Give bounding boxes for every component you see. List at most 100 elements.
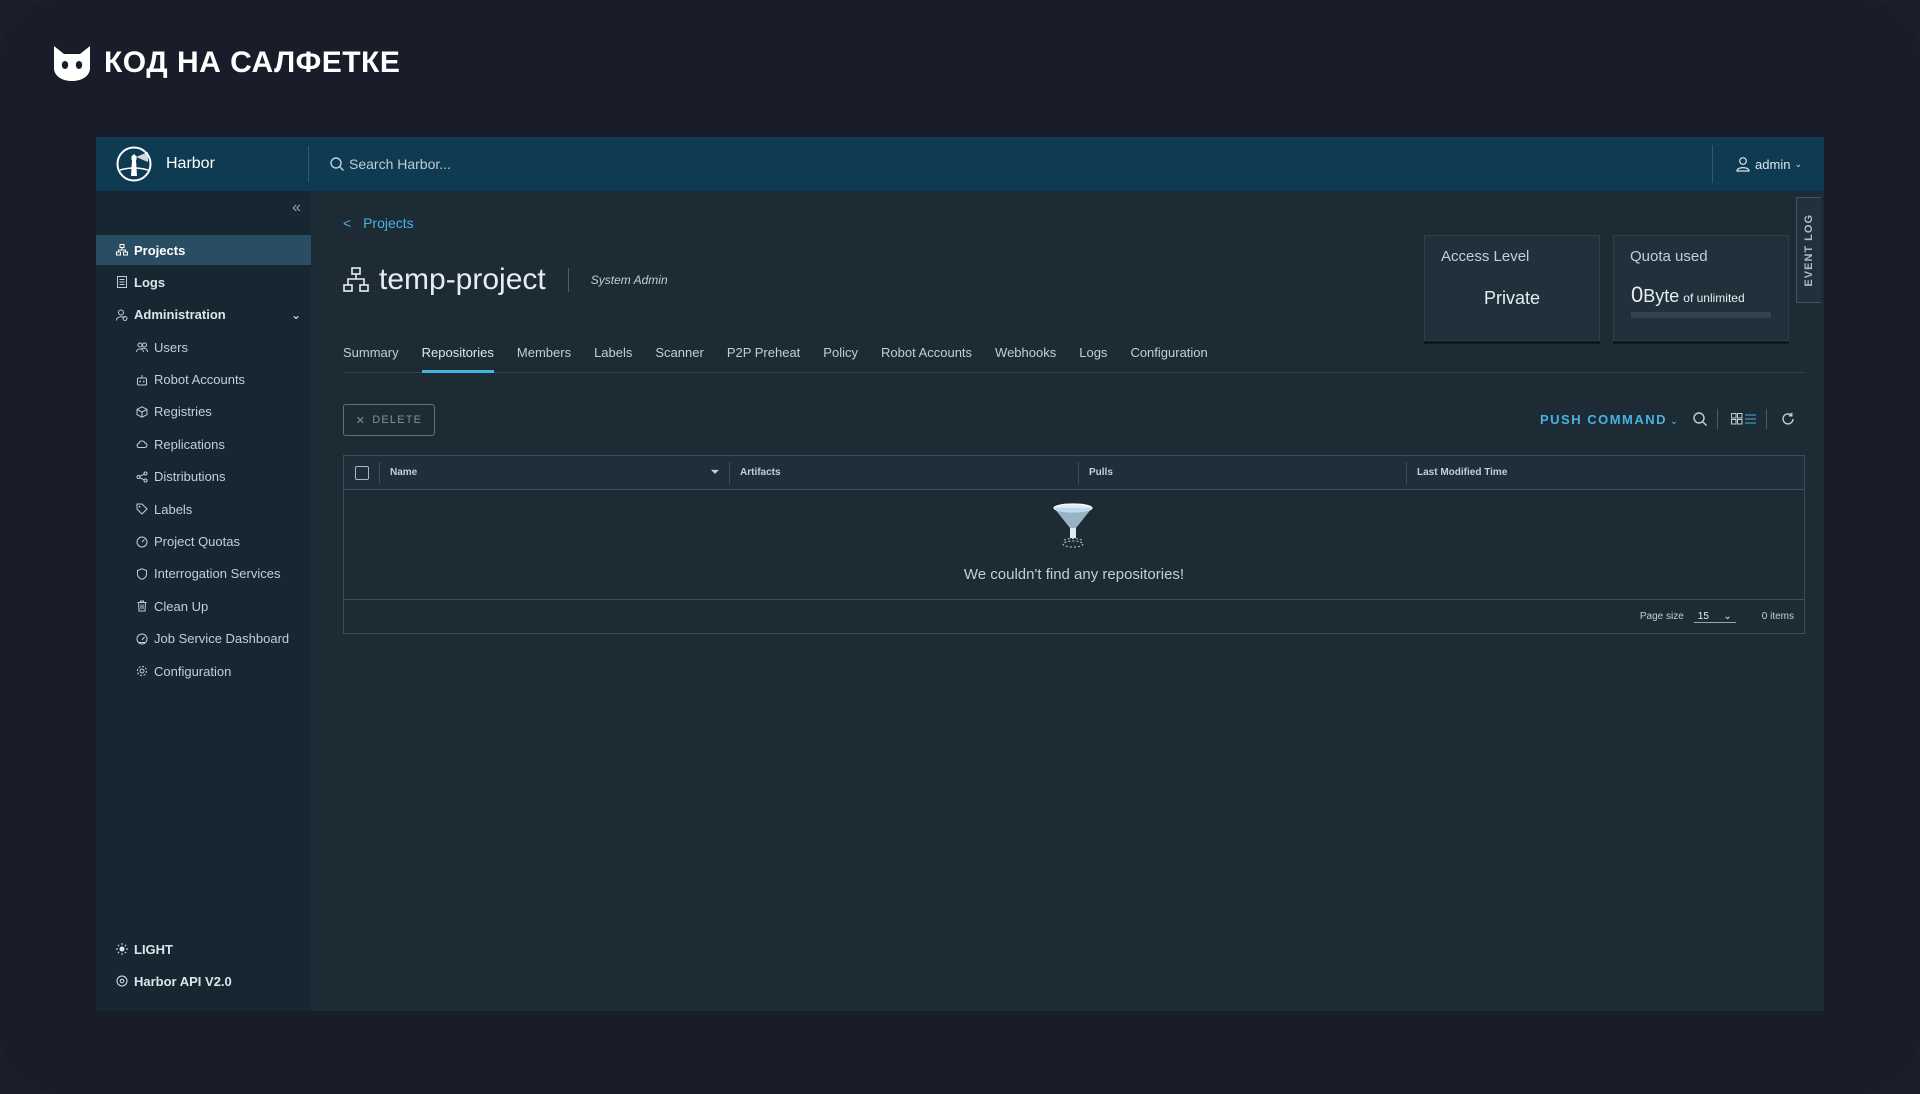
sidebar-item-users[interactable]: Users (96, 332, 311, 362)
sidebar-item-label: Configuration (154, 663, 232, 679)
sidebar-item-configuration[interactable]: Configuration (96, 656, 311, 686)
column-header-name[interactable]: Name ⏷ (380, 461, 730, 484)
column-header-artifacts[interactable]: Artifacts (730, 461, 1079, 484)
select-all-checkbox[interactable] (354, 465, 369, 480)
share-icon (136, 471, 148, 483)
sidebar-item-labels[interactable]: Labels (96, 494, 311, 524)
app-name: Harbor (166, 155, 215, 172)
sidebar-item-label: Administration (134, 307, 226, 323)
top-header: Harbor admin ⌄ (96, 137, 1824, 191)
tag-icon (136, 503, 148, 515)
tab-webhooks[interactable]: Webhooks (995, 343, 1056, 373)
global-search[interactable] (329, 156, 1712, 172)
user-icon (1736, 157, 1750, 172)
sidebar-item-distributions[interactable]: Distributions (96, 462, 311, 492)
search-icon[interactable] (1691, 410, 1709, 428)
page-size-value: 15 (1697, 610, 1709, 622)
tab-repositories[interactable]: Repositories (421, 343, 494, 373)
sidebar-item-label: Clean Up (154, 598, 209, 614)
chevron-down-icon: ⌄ (1723, 610, 1732, 622)
page-title-row: temp-project System Admin (343, 263, 668, 297)
api-link-label: Harbor API V2.0 (134, 973, 232, 989)
filter-icon[interactable]: ⏷ (711, 467, 719, 478)
sidebar-item-projects[interactable]: Projects (96, 235, 311, 265)
sidebar-footer: LIGHT Harbor API V2.0 (96, 934, 311, 999)
push-command-button[interactable]: PUSH COMMAND ⌄ (1540, 412, 1679, 427)
tab-summary[interactable]: Summary (343, 343, 399, 373)
event-log-label: EVENT LOG (1803, 213, 1815, 287)
column-label: Last Modified Time (1417, 467, 1508, 478)
dashboard-icon (136, 536, 148, 548)
sidebar-item-clean-up[interactable]: Clean Up (96, 591, 311, 621)
tab-configuration[interactable]: Configuration (1130, 343, 1207, 373)
page-size-label: Page size (1639, 611, 1684, 622)
chevron-down-icon: ⌄ (290, 307, 301, 322)
sidebar-item-robot-accounts[interactable]: Robot Accounts (96, 365, 311, 395)
page-title: temp-project (379, 263, 546, 296)
sidebar-item-label: Job Service Dashboard (154, 631, 290, 647)
quota-card: Quota used 0Byte of unlimited (1613, 235, 1789, 341)
chevron-left-icon: < (343, 215, 352, 231)
column-header-last-modified[interactable]: Last Modified Time (1407, 462, 1804, 484)
view-toggle-icon[interactable] (1730, 410, 1758, 428)
sidebar-item-label: Replications (154, 436, 225, 452)
access-level-card: Access Level Private (1424, 235, 1600, 341)
event-log-tab[interactable]: EVENT LOG (1796, 197, 1821, 303)
close-icon: ✕ (355, 414, 367, 427)
main-content: < Projects temp-project System Admin Acc… (311, 191, 1824, 1011)
collapse-sidebar-icon[interactable]: « (292, 199, 301, 217)
sidebar-item-label: Registries (154, 404, 212, 420)
tab-members[interactable]: Members (517, 343, 571, 373)
harbor-logo[interactable]: Harbor (96, 146, 280, 182)
select-all-cell (344, 461, 380, 484)
sidebar-item-label: Robot Accounts (154, 372, 246, 388)
access-level-value: Private (1483, 288, 1541, 308)
title-divider (567, 268, 569, 292)
sidebar-item-interrogation-services[interactable]: Interrogation Services (96, 559, 311, 589)
theme-toggle-label: LIGHT (134, 941, 173, 957)
harbor-api-link[interactable]: Harbor API V2.0 (96, 966, 311, 996)
sidebar: « Projects Logs Administration ⌄ Users R… (96, 191, 311, 1011)
sidebar-item-logs[interactable]: Logs (96, 267, 311, 297)
tab-p2p-preheat[interactable]: P2P Preheat (727, 343, 800, 373)
delete-button[interactable]: ✕ DELETE (343, 404, 435, 436)
quota-amount: 0 (1631, 282, 1644, 307)
project-tabs: Summary Repositories Members Labels Scan… (343, 343, 1805, 373)
user-menu[interactable]: admin ⌄ (1735, 156, 1802, 172)
brand-bar: КОД НА САЛФЕТКЕ (52, 44, 400, 82)
push-command-label: PUSH COMMAND (1540, 411, 1668, 427)
column-header-pulls[interactable]: Pulls (1079, 461, 1407, 484)
sidebar-item-label: Project Quotas (154, 534, 240, 550)
grid-footer: Page size 15 ⌄ 0 items (344, 600, 1804, 633)
quota-title: Quota used (1630, 248, 1708, 265)
sidebar-item-administration[interactable]: Administration ⌄ (96, 300, 311, 330)
sidebar-item-label: Logs (134, 274, 166, 290)
harbor-lighthouse-icon (116, 146, 152, 182)
sidebar-item-replications[interactable]: Replications (96, 429, 311, 459)
items-count: 0 items (1761, 611, 1794, 622)
sun-icon (116, 943, 128, 955)
empty-funnel-icon (1053, 503, 1093, 548)
tab-scanner[interactable]: Scanner (655, 343, 703, 373)
tab-labels[interactable]: Labels (594, 343, 632, 373)
sidebar-item-registries[interactable]: Registries (96, 397, 311, 427)
sidebar-item-label: Distributions (154, 469, 226, 485)
tab-policy[interactable]: Policy (823, 343, 858, 373)
robot-icon (136, 374, 148, 386)
tab-robot-accounts[interactable]: Robot Accounts (881, 343, 972, 373)
search-input[interactable] (349, 156, 649, 172)
theme-toggle[interactable]: LIGHT (96, 934, 311, 964)
quota-progress-bar (1631, 312, 1771, 318)
sidebar-item-job-service-dashboard[interactable]: Job Service Dashboard (96, 624, 311, 654)
sidebar-item-label: Projects (134, 242, 186, 258)
grid-empty-state: We couldn't find any repositories! (344, 490, 1804, 600)
chevron-down-icon: ⌄ (1794, 158, 1802, 169)
breadcrumb[interactable]: < Projects (343, 215, 414, 231)
refresh-icon[interactable] (1779, 410, 1797, 428)
logs-icon (116, 276, 128, 289)
frame: КОД НА САЛФЕТКЕ Harbor Search Harbor... … (0, 0, 1920, 1094)
page-size-select[interactable]: 15 ⌄ (1693, 610, 1736, 623)
header-divider (308, 146, 309, 182)
tab-logs[interactable]: Logs (1079, 343, 1107, 373)
sidebar-item-project-quotas[interactable]: Project Quotas (96, 527, 311, 557)
